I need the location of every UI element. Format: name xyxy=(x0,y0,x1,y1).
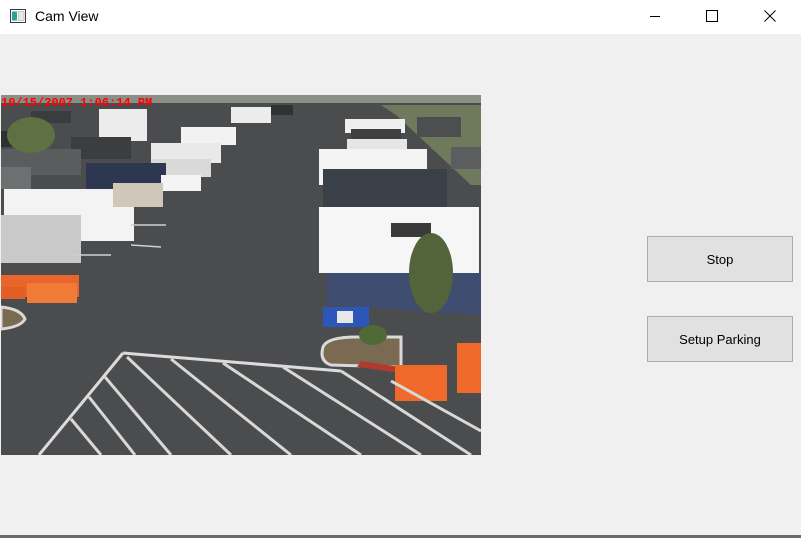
close-button[interactable] xyxy=(747,0,793,32)
parking-lot-scene xyxy=(1,95,481,455)
setup-parking-button[interactable]: Setup Parking xyxy=(647,316,793,362)
maximize-button[interactable] xyxy=(689,0,735,32)
cam-view-window: Cam View 10/15/2007 1:06:14 PM Stop Setu… xyxy=(0,0,801,538)
stop-button[interactable]: Stop xyxy=(647,236,793,282)
camera-timestamp: 10/15/2007 1:06:14 PM xyxy=(1,96,153,110)
window-title: Cam View xyxy=(35,8,99,24)
app-window-icon xyxy=(10,9,26,23)
minimize-button[interactable] xyxy=(632,0,678,32)
camera-feed-image: 10/15/2007 1:06:14 PM xyxy=(1,95,481,455)
minimize-icon xyxy=(650,16,660,17)
title-bar[interactable]: Cam View xyxy=(0,0,801,34)
close-icon xyxy=(764,10,776,22)
maximize-icon xyxy=(706,10,718,22)
